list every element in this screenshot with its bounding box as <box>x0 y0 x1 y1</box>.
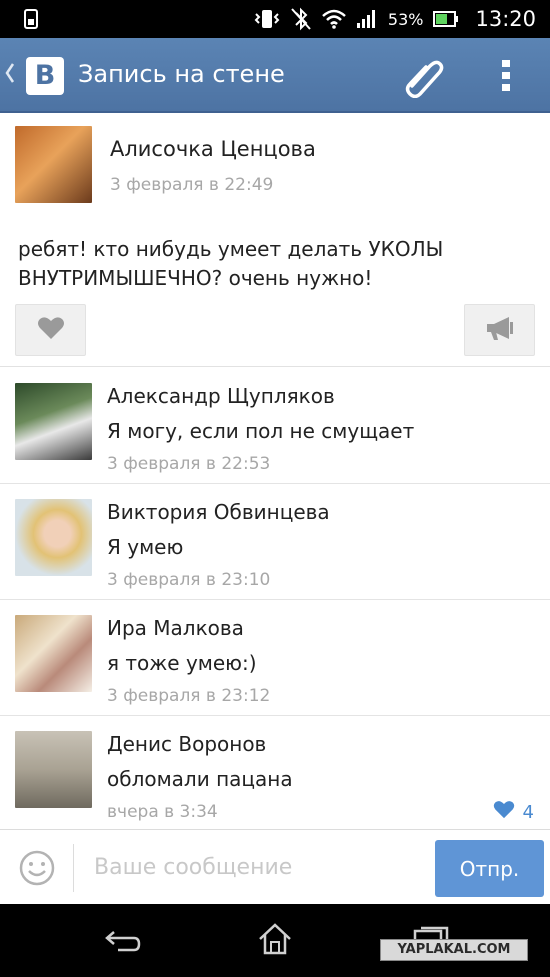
signal-icon <box>356 9 378 29</box>
commenter-avatar[interactable] <box>15 731 92 808</box>
like-button[interactable] <box>15 304 86 356</box>
comment-date: 3 февраля в 23:12 <box>107 686 271 706</box>
comment-date: 3 февраля в 23:10 <box>107 570 271 590</box>
commenter-avatar[interactable] <box>15 499 92 576</box>
bluetooth-off-icon <box>290 7 312 31</box>
battery-icon <box>433 11 459 27</box>
wifi-icon <box>322 9 346 29</box>
comment-item[interactable]: Ира Малкова я тоже умею:) 3 февраля в 23… <box>0 600 550 716</box>
back-chevron-icon[interactable] <box>3 58 17 88</box>
system-nav-bar: YAPLAKAL.COM <box>0 904 550 977</box>
more-vert-icon[interactable] <box>500 58 512 94</box>
comment-item[interactable]: Александр Щупляков Я могу, если пол не с… <box>0 368 550 484</box>
share-button[interactable] <box>464 304 535 356</box>
divider <box>73 844 74 892</box>
compose-bar: Отпр. <box>0 829 550 904</box>
vibrate-icon <box>254 8 280 30</box>
like-count: 4 <box>522 801 534 823</box>
watermark-badge: YAPLAKAL.COM <box>380 939 528 961</box>
post-text: ребят! кто нибудь умеет делать УКОЛЫ ВНУ… <box>18 237 444 290</box>
commenter-name[interactable]: Ира Малкова <box>107 616 244 640</box>
post-date: 3 февраля в 22:49 <box>110 175 274 195</box>
author-name[interactable]: Алисочка Ценцова <box>110 137 316 161</box>
status-bar: 53% 13:20 <box>0 0 550 38</box>
battery-percent: 53% <box>387 9 424 29</box>
commenter-avatar[interactable] <box>15 383 92 460</box>
heart-icon <box>493 800 515 824</box>
comment-text: я тоже умею:) <box>107 651 257 675</box>
sim-icon <box>24 9 38 33</box>
like-heart-icon <box>37 316 65 344</box>
commenter-name[interactable]: Денис Воронов <box>107 732 266 756</box>
message-input[interactable] <box>80 842 425 892</box>
app-header: B Запись на стене <box>0 38 550 113</box>
comment-date: 3 февраля в 22:53 <box>107 454 271 474</box>
comment-like-button[interactable]: 4 <box>493 800 534 824</box>
comment-text: обломали пацана <box>107 767 293 791</box>
nav-back-icon[interactable] <box>104 926 142 958</box>
nav-home-icon[interactable] <box>257 922 293 960</box>
author-avatar[interactable] <box>15 126 92 203</box>
send-button[interactable]: Отпр. <box>435 840 544 897</box>
comment-item[interactable]: Виктория Обвинцева Я умею 3 февраля в 23… <box>0 484 550 600</box>
comment-text: Я умею <box>107 535 184 559</box>
clock: 13:20 <box>475 7 536 31</box>
comment-item[interactable]: Денис Воронов обломали пацана вчера в 3:… <box>0 716 550 832</box>
attach-icon[interactable] <box>398 54 446 99</box>
smile-icon[interactable] <box>18 849 56 887</box>
wall-post: Алисочка Ценцова 3 февраля в 22:49 ребят… <box>0 113 550 367</box>
comment-text: Я могу, если пол не смущает <box>107 419 415 443</box>
commenter-name[interactable]: Виктория Обвинцева <box>107 500 330 524</box>
vk-logo[interactable]: B <box>26 57 64 95</box>
page-title: Запись на стене <box>78 60 285 88</box>
share-megaphone-icon <box>485 315 515 345</box>
commenter-name[interactable]: Александр Щупляков <box>107 384 335 408</box>
commenter-avatar[interactable] <box>15 615 92 692</box>
comment-date: вчера в 3:34 <box>107 802 218 822</box>
